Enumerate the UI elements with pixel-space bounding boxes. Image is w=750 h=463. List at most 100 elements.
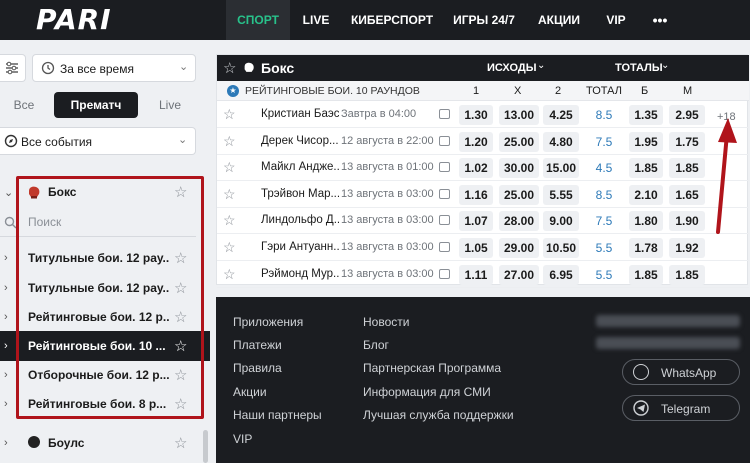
footer-link[interactable]: Новости [363,315,409,329]
event-name[interactable]: Линдольфо Д... [261,214,339,226]
event-row[interactable]: ☆ Гэри Антуанн... 13 августа в 03:00 1.05 29… [217,235,749,261]
star-icon[interactable]: ☆ [223,239,236,256]
odd-draw[interactable]: 13.00 [499,105,539,125]
event-name[interactable]: Гэри Антуанн... [261,241,339,253]
chevron-down-icon: ⌄ [537,60,546,71]
odd-away[interactable]: 9.00 [543,211,579,232]
star-icon[interactable]: ☆ [223,186,236,203]
footer-link[interactable]: Приложения [233,315,303,329]
star-icon[interactable]: ☆ [223,106,236,123]
odd-away[interactable]: 6.95 [543,264,579,285]
stats-icon[interactable] [439,188,450,199]
event-row[interactable]: ☆ Майкл Андже... 13 августа в 01:00 1.02 30.… [217,155,749,182]
odd-under[interactable]: 1.92 [669,238,705,258]
stats-icon[interactable] [439,135,450,146]
pari-logo[interactable]: PARI [36,3,112,36]
stats-icon[interactable] [439,162,450,173]
footer-link[interactable]: Лучшая служба поддержки [363,408,514,422]
stats-icon[interactable] [439,109,450,119]
odd-away[interactable]: 5.55 [543,184,579,205]
odd-home[interactable]: 1.20 [459,131,493,152]
events-select[interactable]: Все события ⌄ [0,127,196,155]
totals-tab[interactable]: ТОТАЛЫ [615,62,663,74]
odd-away[interactable]: 4.80 [543,131,579,152]
odd-home[interactable]: 1.16 [459,184,493,205]
stats-icon[interactable] [439,242,450,252]
odd-draw[interactable]: 30.00 [499,158,539,179]
odd-under[interactable]: 1.85 [669,158,705,179]
nav-promotions[interactable]: АКЦИИ [532,0,586,40]
odd-under[interactable]: 2.95 [669,105,705,125]
odd-under[interactable]: 1.75 [669,131,705,152]
odd-draw[interactable]: 27.00 [499,264,539,285]
star-icon[interactable]: ☆ [223,133,236,150]
nav-sport[interactable]: СПОРТ [226,0,290,40]
odd-home[interactable]: 1.02 [459,158,493,179]
footer-link[interactable]: Правила [233,361,282,375]
sidebar-scrollbar[interactable] [203,430,208,463]
event-name[interactable]: Кристиан Баэс ... [261,108,339,120]
outcomes-tab[interactable]: ИСХОДЫ [487,62,537,74]
star-icon[interactable]: ☆ [223,159,236,176]
event-row[interactable]: ☆ Дерек Чисор... 12 августа в 22:00 1.20 25.… [217,129,749,155]
event-row[interactable]: ☆ Трэйвон Мар... 13 августа в 03:00 1.16 25.… [217,182,749,208]
nav-games[interactable]: ИГРЫ 24/7 [448,0,520,40]
odd-over[interactable]: 2.10 [629,184,663,205]
footer-link[interactable]: Информация для СМИ [363,385,491,399]
odd-draw[interactable]: 25.00 [499,184,539,205]
event-row[interactable]: ☆ Рэймонд Мур... 13 августа в 03:00 1.11 27.… [217,262,749,288]
event-row[interactable]: ☆ Линдольфо Д... 13 августа в 03:00 1.07 28.… [217,208,749,235]
event-row[interactable]: ☆ Кристиан Баэс ...Завтра в 04:00 1.30 13.0… [217,102,749,128]
footer-link[interactable]: Наши партнеры [233,408,322,422]
star-icon[interactable]: ☆ [223,59,236,77]
odd-draw[interactable]: 29.00 [499,238,539,258]
odd-home[interactable]: 1.30 [459,105,493,125]
filter-settings-button[interactable] [0,54,26,82]
odd-over[interactable]: 1.95 [629,131,663,152]
odd-over[interactable]: 1.85 [629,264,663,285]
star-icon[interactable]: ☆ [174,434,187,452]
odd-over[interactable]: 1.78 [629,238,663,258]
more-markets-link[interactable]: +18 [717,111,736,123]
odd-draw[interactable]: 28.00 [499,211,539,232]
footer-link[interactable]: Блог [363,338,389,352]
event-name[interactable]: Майкл Андже... [261,161,339,173]
star-icon[interactable]: ☆ [223,266,236,283]
stats-icon[interactable] [439,268,450,279]
odd-home[interactable]: 1.05 [459,238,493,258]
nav-vip[interactable]: VIP [598,0,634,40]
total-value: 7.5 [595,214,613,229]
odd-home[interactable]: 1.11 [459,264,493,285]
odd-away[interactable]: 4.25 [543,105,579,125]
nav-live[interactable]: LIVE [296,0,336,40]
event-name[interactable]: Дерек Чисор... [261,135,339,147]
odd-under[interactable]: 1.90 [669,211,705,232]
chevron-right-icon: › [4,369,8,381]
more-menu-icon[interactable]: ••• [644,0,676,40]
period-select[interactable]: За все время ⌄ [32,54,196,82]
star-icon[interactable]: ☆ [223,212,236,229]
odd-over[interactable]: 1.35 [629,105,663,125]
footer-link[interactable]: VIP [233,432,252,446]
segment-all[interactable]: Все [4,92,44,118]
segment-live[interactable]: Live [148,92,192,118]
odd-under[interactable]: 1.85 [669,264,705,285]
odd-home[interactable]: 1.07 [459,211,493,232]
telegram-button[interactable]: Telegram [622,395,740,421]
whatsapp-button[interactable]: WhatsApp [622,359,740,385]
event-name[interactable]: Рэймонд Мур... [261,268,339,280]
footer-link[interactable]: Акции [233,385,267,399]
odd-under[interactable]: 1.65 [669,184,705,205]
sport-bowls[interactable]: › Боулс ☆ [0,428,210,458]
nav-esports[interactable]: КИБЕРСПОРТ [348,0,436,40]
odd-over[interactable]: 1.85 [629,158,663,179]
odd-away[interactable]: 10.50 [543,238,579,258]
footer-link[interactable]: Партнерская Программа [363,361,501,375]
segment-prematch[interactable]: Прематч [54,92,138,118]
odd-over[interactable]: 1.80 [629,211,663,232]
odd-draw[interactable]: 25.00 [499,131,539,152]
stats-icon[interactable] [439,215,450,226]
event-name[interactable]: Трэйвон Мар... [261,188,339,200]
odd-away[interactable]: 15.00 [543,158,579,179]
footer-link[interactable]: Платежи [233,338,282,352]
